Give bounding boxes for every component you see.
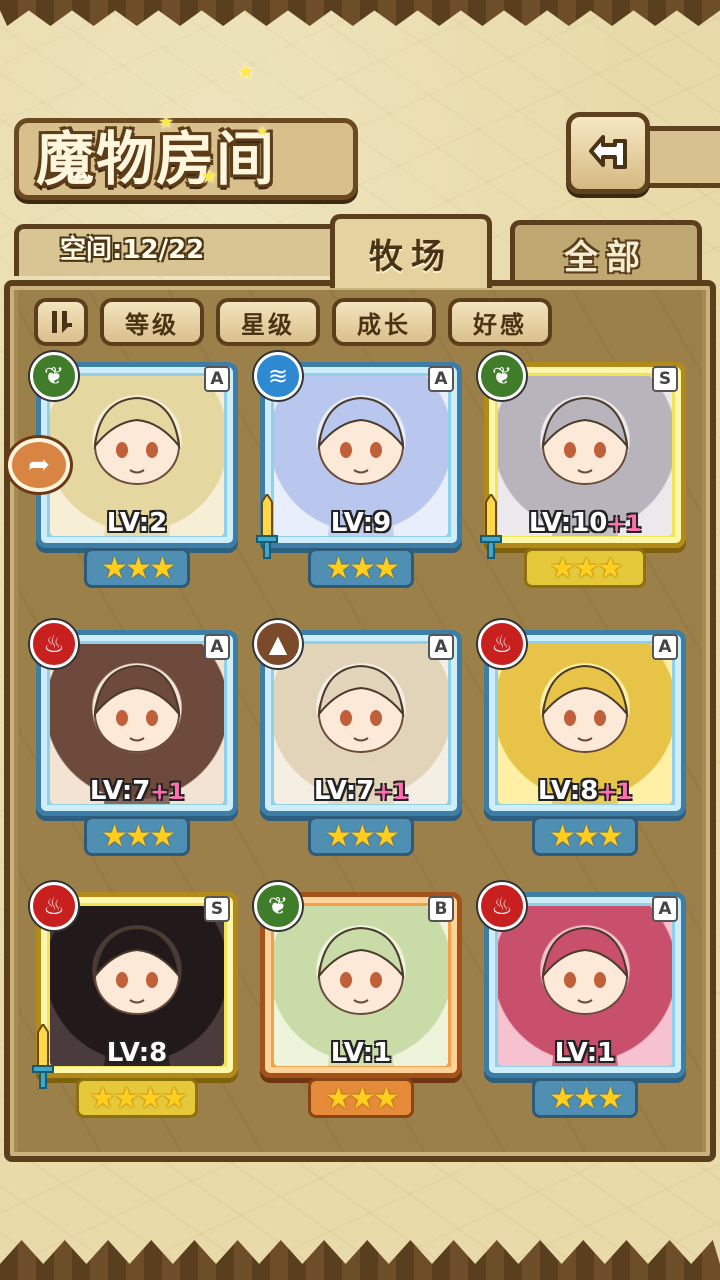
- rank-badge: A: [652, 896, 678, 922]
- level-text: LV:7: [313, 776, 375, 806]
- monster-level: LV:1: [260, 1038, 462, 1068]
- fire-element-icon: ♨: [478, 620, 526, 668]
- sparkle-icon: ★: [200, 164, 218, 188]
- grass-element-icon: ❦: [478, 352, 526, 400]
- sword-icon: [32, 1024, 54, 1089]
- rank-badge: B: [428, 896, 454, 922]
- monster-level: LV:9: [260, 508, 462, 538]
- back-button-tab: [640, 126, 720, 188]
- filter-affection-button[interactable]: 好感: [448, 298, 552, 346]
- star-rating: ★★★: [308, 548, 414, 588]
- star-rating: ★★★: [532, 816, 638, 856]
- fire-element-icon: ♨: [30, 882, 78, 930]
- monster-level: LV:2: [36, 508, 238, 538]
- filter-row: 等级 星级 成长 好感: [34, 298, 552, 346]
- sort-toggle-button[interactable]: [34, 298, 88, 346]
- star-rating: ★★★: [308, 816, 414, 856]
- grass-element-icon: ❦: [254, 882, 302, 930]
- monster-card[interactable]: ❦ S LV:10+1 ★★★: [478, 352, 686, 588]
- level-bonus: +1: [150, 780, 185, 805]
- monster-card[interactable]: ♨ S LV:8 ★★★★: [30, 882, 238, 1118]
- sort-toggle-icon: [52, 311, 72, 333]
- monster-card[interactable]: ♨ A LV:7+1 ★★★: [30, 620, 238, 856]
- back-arrow-icon: [589, 135, 627, 169]
- rank-badge: S: [652, 366, 678, 392]
- star-rating: ★★★★: [76, 1078, 198, 1118]
- rank-badge: A: [428, 366, 454, 392]
- monster-card[interactable]: ❦ B LV:1 ★★★: [254, 882, 462, 1118]
- level-text: LV:8: [106, 1038, 168, 1068]
- level-text: LV:10: [528, 508, 608, 538]
- page-title: 魔物房间: [36, 125, 277, 193]
- grass-element-icon: ❦: [30, 352, 78, 400]
- rank-badge: S: [204, 896, 230, 922]
- monster-card[interactable]: ≋ A LV:9 ★★★: [254, 352, 462, 588]
- filter-star-button[interactable]: 星级: [216, 298, 320, 346]
- filter-level-button[interactable]: 等级: [100, 298, 204, 346]
- sparkle-icon: ★: [158, 112, 175, 133]
- selected-marker-icon[interactable]: ➦: [8, 438, 70, 492]
- level-text: LV:8: [537, 776, 599, 806]
- level-text: LV:7: [89, 776, 151, 806]
- level-text: LV:2: [106, 508, 168, 538]
- monster-level: LV:7+1: [260, 776, 462, 806]
- tab-all[interactable]: 全部: [510, 220, 702, 284]
- star-rating: ★★★: [532, 1078, 638, 1118]
- fire-element-icon: ♨: [30, 620, 78, 668]
- level-bonus: +1: [374, 780, 409, 805]
- monster-level: LV:8: [36, 1038, 238, 1068]
- space-counter: 空间:12/22: [60, 235, 205, 265]
- level-text: LV:1: [554, 1038, 616, 1068]
- level-text: LV:1: [330, 1038, 392, 1068]
- tab-ranch[interactable]: 牧场: [330, 214, 492, 288]
- monster-card[interactable]: ▲ A LV:7+1 ★★★: [254, 620, 462, 856]
- sparkle-icon: ★: [236, 60, 256, 85]
- rank-badge: A: [428, 634, 454, 660]
- star-rating: ★★★: [84, 816, 190, 856]
- star-rating: ★★★: [308, 1078, 414, 1118]
- sword-icon: [480, 494, 502, 559]
- level-bonus: +1: [598, 780, 633, 805]
- monster-card[interactable]: ♨ A LV:8+1 ★★★: [478, 620, 686, 856]
- star-rating: ★★★: [84, 548, 190, 588]
- sparkle-icon: ★: [256, 124, 269, 140]
- monster-level: LV:8+1: [484, 776, 686, 806]
- back-button[interactable]: [566, 112, 650, 194]
- water-element-icon: ≋: [254, 352, 302, 400]
- level-text: LV:9: [330, 508, 392, 538]
- monster-card[interactable]: ♨ A LV:1 ★★★: [478, 882, 686, 1118]
- monster-level: LV:1: [484, 1038, 686, 1068]
- sword-icon: [256, 494, 278, 559]
- rank-badge: A: [652, 634, 678, 660]
- rank-badge: A: [204, 634, 230, 660]
- level-bonus: +1: [607, 512, 642, 537]
- star-rating: ★★★: [524, 548, 646, 588]
- fire-element-icon: ♨: [478, 882, 526, 930]
- earth-element-icon: ▲: [254, 620, 302, 668]
- monster-level: LV:10+1: [484, 508, 686, 538]
- rank-badge: A: [204, 366, 230, 392]
- filter-growth-button[interactable]: 成长: [332, 298, 436, 346]
- monster-level: LV:7+1: [36, 776, 238, 806]
